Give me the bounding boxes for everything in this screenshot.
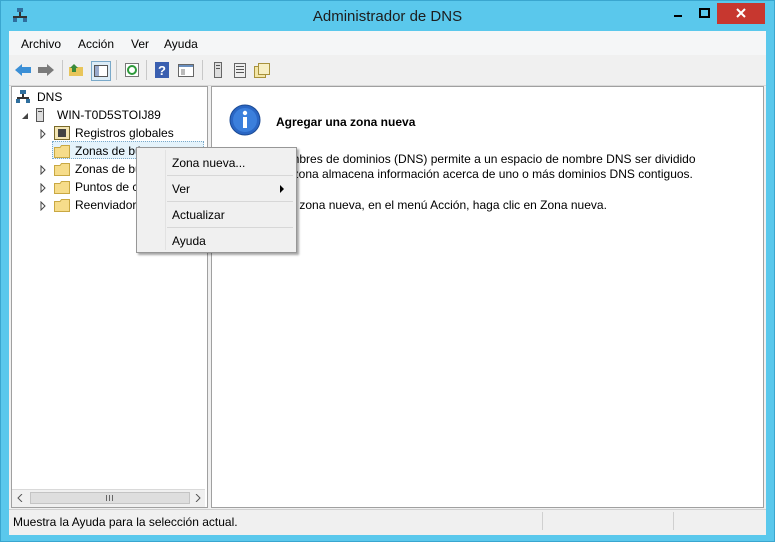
details-heading: Agregar una zona nueva (276, 115, 416, 129)
refresh-icon[interactable] (123, 61, 141, 79)
tree-label-zonas-directa: Zonas de bú (75, 144, 142, 158)
tree-node-zonas-inversa[interactable]: Zonas de bú (54, 161, 142, 177)
tree-label-zonas-inversa: Zonas de bú (75, 162, 142, 176)
context-menu-label: Ayuda (172, 234, 206, 248)
horizontal-scrollbar[interactable] (12, 489, 205, 507)
submenu-arrow-icon (280, 185, 284, 193)
zones-icon[interactable] (253, 61, 271, 79)
details-paragraph-1-line-2: da zona almacena información acerca de u… (276, 167, 693, 181)
folder-icon (54, 144, 70, 158)
status-text: Muestra la Ayuda para la selección actua… (13, 515, 238, 529)
expand-arrow-icon[interactable] (38, 164, 48, 176)
menu-ver[interactable]: Ver (131, 37, 149, 51)
toolbar: ? (9, 55, 766, 86)
forward-icon[interactable] (37, 61, 55, 79)
maximize-button[interactable] (691, 3, 717, 24)
help-icon[interactable]: ? (153, 61, 171, 79)
status-bar: Muestra la Ayuda para la selección actua… (9, 509, 766, 534)
up-folder-icon[interactable] (67, 61, 85, 79)
server-icon (36, 108, 52, 122)
context-menu-item-ver[interactable]: Ver (139, 177, 294, 199)
back-icon[interactable] (14, 61, 32, 79)
expand-arrow-icon[interactable] (38, 182, 48, 194)
menu-accion[interactable]: Acción (78, 37, 114, 51)
context-menu: Zona nueva... Ver Actualizar Ayuda (136, 147, 297, 253)
tree-label-reenviadores: Reenviadore (75, 198, 144, 212)
tree-node-reenviadores[interactable]: Reenviadore (54, 197, 143, 213)
client-area: Archivo Acción Ver Ayuda ? DNS WIN-T0D5S… (9, 31, 766, 535)
scroll-left-icon[interactable] (15, 493, 25, 503)
global-records-icon (54, 126, 70, 140)
tree-node-zonas-directa[interactable]: Zonas de bú (54, 143, 142, 159)
menu-ayuda[interactable]: Ayuda (164, 37, 198, 51)
collapse-arrow-icon[interactable] (20, 110, 30, 120)
details-paragraph-2: una zona nueva, en el menú Acción, haga … (276, 198, 607, 212)
minimize-button[interactable] (665, 3, 691, 24)
close-icon (736, 7, 746, 21)
list-icon[interactable] (231, 61, 249, 79)
tree-label-registros-globales: Registros globales (75, 126, 174, 140)
tree-node-dns[interactable]: DNS (16, 89, 62, 105)
context-menu-label: Ver (172, 182, 191, 196)
tree-node-puntos-confianza[interactable]: Puntos de c (54, 179, 138, 195)
context-menu-item-actualizar[interactable]: Actualizar (139, 203, 294, 225)
tree-label-server: WIN-T0D5STOIJ89 (57, 108, 161, 122)
title-bar[interactable]: Administrador de DNS (1, 1, 774, 31)
tree-label-puntos-confianza: Puntos de c (75, 180, 139, 194)
scroll-right-icon[interactable] (193, 493, 203, 503)
tree-label-dns: DNS (37, 90, 63, 104)
menu-archivo[interactable]: Archivo (21, 37, 61, 51)
context-menu-item-zona-nueva[interactable]: Zona nueva... (139, 151, 294, 173)
svg-text:?: ? (158, 63, 166, 78)
expand-arrow-icon[interactable] (38, 200, 48, 212)
context-menu-item-ayuda[interactable]: Ayuda (139, 229, 294, 251)
grip-icon (106, 495, 113, 501)
maximize-icon (698, 7, 710, 21)
expand-arrow-icon[interactable] (38, 128, 48, 140)
folder-icon (54, 162, 70, 176)
show-hide-tree-icon[interactable] (91, 61, 111, 81)
close-button[interactable] (717, 3, 765, 24)
context-menu-label: Actualizar (172, 208, 225, 222)
dns-icon (16, 90, 32, 104)
window-title: Administrador de DNS (312, 8, 463, 25)
properties-panel-icon[interactable] (177, 61, 195, 79)
dns-manager-window: Administrador de DNS Archivo Acción Ver … (0, 0, 775, 542)
tree-node-registros-globales[interactable]: Registros globales (54, 125, 174, 141)
details-paragraph-1-line-1: nombres de dominios (DNS) permite a un e… (276, 152, 696, 166)
folder-icon (54, 198, 70, 212)
info-icon (229, 104, 261, 136)
folder-icon (54, 180, 70, 194)
menu-bar: Archivo Acción Ver Ayuda (9, 31, 766, 55)
server-icon[interactable] (209, 61, 227, 79)
tree-node-server[interactable]: WIN-T0D5STOIJ89 (36, 107, 161, 123)
scrollbar-thumb[interactable] (30, 492, 190, 504)
minimize-icon (673, 7, 683, 21)
context-menu-label: Zona nueva... (172, 156, 246, 170)
